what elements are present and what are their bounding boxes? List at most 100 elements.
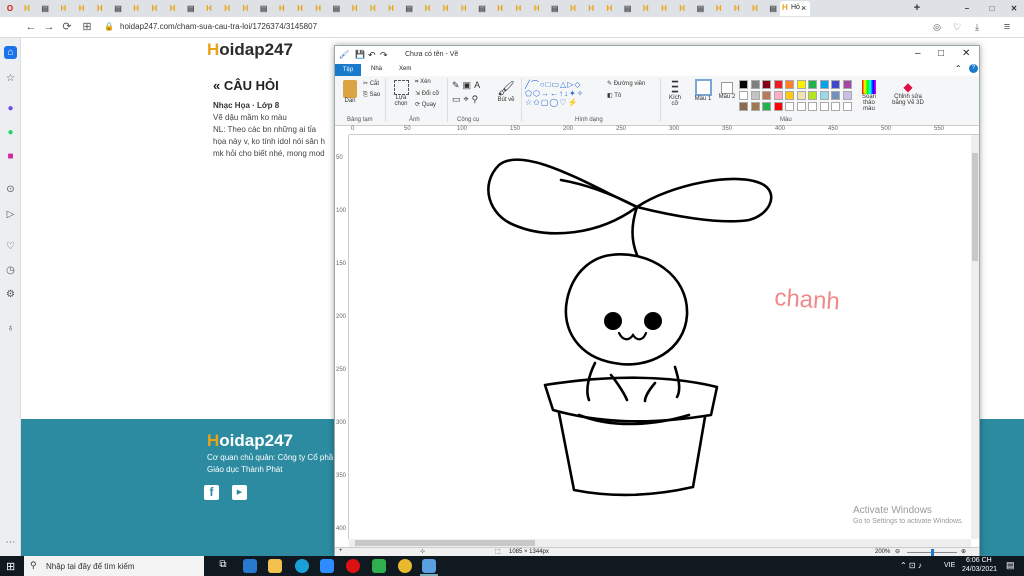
- browser-tab[interactable]: ▤: [402, 2, 416, 15]
- palette-swatch[interactable]: [739, 80, 748, 89]
- browser-tab[interactable]: H: [56, 2, 70, 15]
- menu-file[interactable]: Tệp: [335, 64, 361, 76]
- new-tab-button[interactable]: +: [910, 2, 924, 15]
- scroll-thumb[interactable]: [355, 540, 535, 546]
- paint-taskbar-icon[interactable]: [422, 559, 436, 573]
- settings-icon[interactable]: ⚙: [4, 288, 17, 301]
- palette-swatch[interactable]: [796, 102, 806, 111]
- add-icon[interactable]: +: [339, 548, 343, 554]
- browser-tab[interactable]: H: [657, 2, 671, 15]
- shapes-gallery[interactable]: ╱⌒○□▭△▷◇ ⬠⬡→←↑↓✦✧ ☆✩▢◯♡⚡: [525, 80, 603, 107]
- browser-tab[interactable]: H: [202, 2, 216, 15]
- undo-icon[interactable]: ↶: [368, 50, 376, 61]
- site-logo[interactable]: Hoidap247: [207, 40, 293, 60]
- edit-colors-button[interactable]: Soạn thảo màu: [857, 80, 881, 112]
- palette-swatch[interactable]: [819, 102, 829, 111]
- browser-tab[interactable]: H: [748, 2, 762, 15]
- magnifier-icon[interactable]: ⚲: [472, 94, 482, 104]
- send-icon[interactable]: ▷: [4, 208, 17, 221]
- browser-tab[interactable]: ▤: [693, 2, 707, 15]
- close-icon[interactable]: ✕: [962, 48, 970, 59]
- speed-dial-icon[interactable]: ⊞: [80, 20, 94, 34]
- text-icon[interactable]: A: [474, 80, 483, 90]
- palette-swatch[interactable]: [808, 80, 817, 89]
- palette-swatch[interactable]: [831, 91, 840, 100]
- back-arrow-icon[interactable]: «: [213, 78, 220, 93]
- palette-swatch[interactable]: [762, 102, 771, 111]
- eraser-icon[interactable]: ▭: [452, 94, 464, 104]
- browser-tab[interactable]: ▤: [548, 2, 562, 15]
- palette-swatch[interactable]: [819, 91, 829, 100]
- tray-icons[interactable]: ⌃ ⊡ ♪: [900, 561, 922, 570]
- messenger-icon[interactable]: ●: [4, 102, 17, 115]
- clock-time[interactable]: 6:06 CH: [966, 557, 992, 564]
- palette-swatch[interactable]: [750, 80, 760, 89]
- zoom-slider-thumb[interactable]: [931, 549, 934, 556]
- app-green-icon[interactable]: [372, 559, 386, 573]
- minimize-browser-icon[interactable]: –: [960, 2, 974, 15]
- reload-icon[interactable]: ⟳: [60, 20, 74, 34]
- home-icon[interactable]: ⌂: [4, 46, 17, 59]
- tab-close-icon[interactable]: ×: [801, 3, 806, 13]
- color1-button[interactable]: Màu 1: [693, 79, 713, 102]
- browser-tab[interactable]: H: [639, 2, 653, 15]
- vertical-scrollbar[interactable]: [971, 135, 979, 539]
- fill-icon[interactable]: ▣: [463, 80, 475, 90]
- browser-tab[interactable]: H: [584, 2, 598, 15]
- browser-tab[interactable]: ▤: [621, 2, 635, 15]
- zoom-out-icon[interactable]: ⊖: [895, 548, 900, 555]
- menu-view[interactable]: Xem: [399, 66, 411, 72]
- zoom-in-icon[interactable]: ⊕: [961, 548, 966, 555]
- cut-button[interactable]: ✂ Cắt: [363, 80, 379, 87]
- palette-swatch[interactable]: [785, 80, 794, 89]
- palette-swatch[interactable]: [785, 91, 794, 100]
- browser-tab[interactable]: H: [311, 2, 325, 15]
- fill-dropdown[interactable]: ◧ Tô: [607, 92, 621, 99]
- browser-tab[interactable]: H: [420, 2, 434, 15]
- palette-swatch[interactable]: [831, 80, 840, 89]
- more-icon[interactable]: ⋯: [4, 536, 17, 549]
- save-icon[interactable]: 💾: [355, 50, 365, 59]
- minimize-icon[interactable]: –: [915, 48, 921, 59]
- opera-logo-icon[interactable]: O: [3, 2, 17, 15]
- heart-sidebar-icon[interactable]: ♡: [4, 240, 17, 253]
- maximize-icon[interactable]: □: [938, 48, 944, 59]
- drawing-canvas[interactable]: chanh: [349, 135, 971, 539]
- browser-tab[interactable]: ▤: [329, 2, 343, 15]
- taskbar-search[interactable]: ⚲ Nhập tại đây để tìm kiếm: [24, 556, 204, 576]
- palette-swatch[interactable]: [762, 80, 771, 89]
- palette-swatch[interactable]: [785, 102, 794, 111]
- history-icon[interactable]: ◷: [4, 264, 17, 277]
- palette-swatch[interactable]: [796, 91, 806, 100]
- menu-home[interactable]: Nhà: [371, 66, 382, 72]
- footer-logo[interactable]: Hoidap247: [207, 431, 293, 451]
- opera-taskbar-icon[interactable]: [346, 559, 360, 573]
- palette-swatch[interactable]: [842, 91, 852, 100]
- browser-tab[interactable]: H: [348, 2, 362, 15]
- browser-tab[interactable]: ▤: [184, 2, 198, 15]
- browser-tab[interactable]: H: [220, 2, 234, 15]
- palette-swatch[interactable]: [796, 80, 806, 89]
- browser-tab[interactable]: H: [129, 2, 143, 15]
- tab-active[interactable]: H Hỏ ×: [780, 1, 810, 16]
- palette-swatch[interactable]: [808, 91, 817, 100]
- palette-swatch[interactable]: [750, 102, 760, 111]
- back-icon[interactable]: ←: [24, 20, 38, 34]
- scroll-thumb[interactable]: [972, 153, 978, 261]
- chrome-icon[interactable]: [398, 559, 412, 573]
- palette-swatch[interactable]: [819, 80, 829, 89]
- mail-icon[interactable]: [243, 559, 257, 573]
- palette-swatch[interactable]: [739, 102, 748, 111]
- palette-swatch[interactable]: [842, 102, 852, 111]
- picker-icon[interactable]: ⌖: [464, 94, 472, 104]
- zoom-app-icon[interactable]: [320, 559, 334, 573]
- palette-swatch[interactable]: [842, 80, 852, 89]
- palette-swatch[interactable]: [808, 102, 817, 111]
- browser-tab[interactable]: ▤: [475, 2, 489, 15]
- browser-tab[interactable]: H: [20, 2, 34, 15]
- browser-tab[interactable]: H: [293, 2, 307, 15]
- snapshot-icon[interactable]: ⊙: [4, 183, 17, 196]
- star-icon[interactable]: ☆: [4, 72, 17, 85]
- pencil-icon[interactable]: ✎: [452, 80, 463, 90]
- size-button[interactable]: ━ ━ ━ Kích cỡ: [665, 78, 685, 108]
